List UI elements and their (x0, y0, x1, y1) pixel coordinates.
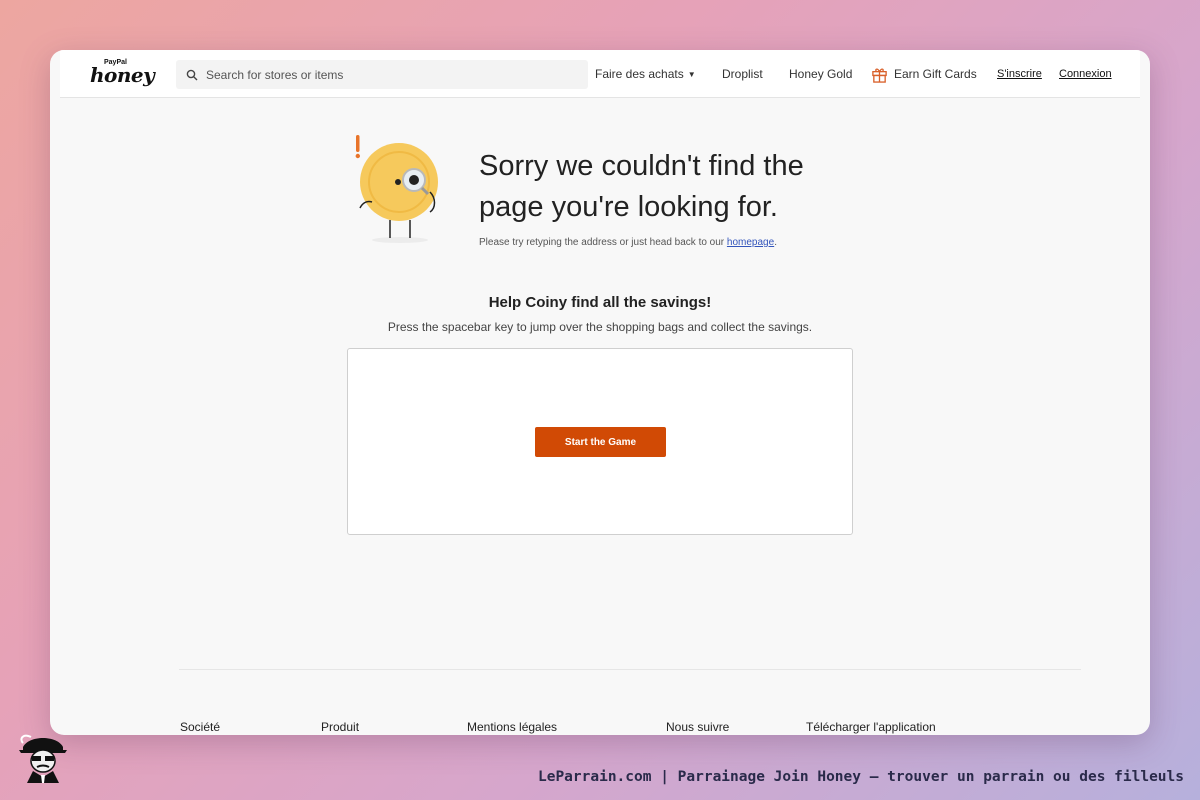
game-area[interactable]: Start the Game (347, 348, 853, 535)
error-message-end: . (774, 237, 777, 248)
footer-col-download-app[interactable]: Télécharger l'application (806, 720, 936, 734)
nav-droplist[interactable]: Droplist (722, 50, 763, 98)
nav-honey-gold-label: Honey Gold (789, 67, 853, 81)
register-link[interactable]: S'inscrire (997, 50, 1042, 98)
gift-icon (872, 67, 887, 83)
homepage-link[interactable]: homepage (727, 237, 774, 248)
nav-shop-label: Faire des achats (595, 67, 684, 81)
site-header: PayPal honey Faire des achats ▼ Droplist… (60, 50, 1140, 98)
honey-logo[interactable]: PayPal honey (90, 58, 155, 90)
nav-gift-cards-label: Earn Gift Cards (894, 67, 977, 81)
browser-window: PayPal honey Faire des achats ▼ Droplist… (50, 50, 1150, 735)
game-instructions: Press the spacebar key to jump over the … (387, 320, 813, 334)
search-input[interactable] (206, 67, 566, 82)
caret-down-icon: ▼ (687, 69, 696, 79)
error-message: Please try retyping the address or just … (479, 237, 777, 248)
game-title: Help Coiny find all the savings! (488, 294, 712, 311)
coiny-mascot-illustration (355, 135, 438, 243)
logo-honey-text: honey (90, 63, 155, 87)
login-link[interactable]: Connexion (1059, 50, 1112, 98)
nav-honey-gold[interactable]: Honey Gold (789, 50, 852, 98)
start-game-button[interactable]: Start the Game (535, 427, 666, 457)
register-label: S'inscrire (997, 68, 1042, 80)
footer-col-company[interactable]: Société (180, 720, 220, 734)
login-label: Connexion (1059, 68, 1112, 80)
error-message-text: Please try retyping the address or just … (479, 237, 727, 248)
search-bar[interactable] (176, 60, 588, 89)
footer-col-legal[interactable]: Mentions légales (467, 720, 557, 734)
footer-col-follow[interactable]: Nous suivre (666, 720, 729, 734)
page-caption: LeParrain.com | Parrainage Join Honey — … (537, 769, 1184, 785)
nav-droplist-label: Droplist (722, 67, 763, 81)
nav-gift-cards[interactable]: Earn Gift Cards (871, 50, 977, 98)
search-icon (186, 69, 198, 80)
footer-divider (179, 669, 1081, 670)
nav-shop-menu[interactable]: Faire des achats ▼ (595, 50, 696, 98)
leparrain-mascot-logo (19, 734, 67, 783)
error-title: Sorry we couldn't find the page you're l… (479, 150, 804, 223)
footer-col-product[interactable]: Produit (321, 720, 359, 734)
